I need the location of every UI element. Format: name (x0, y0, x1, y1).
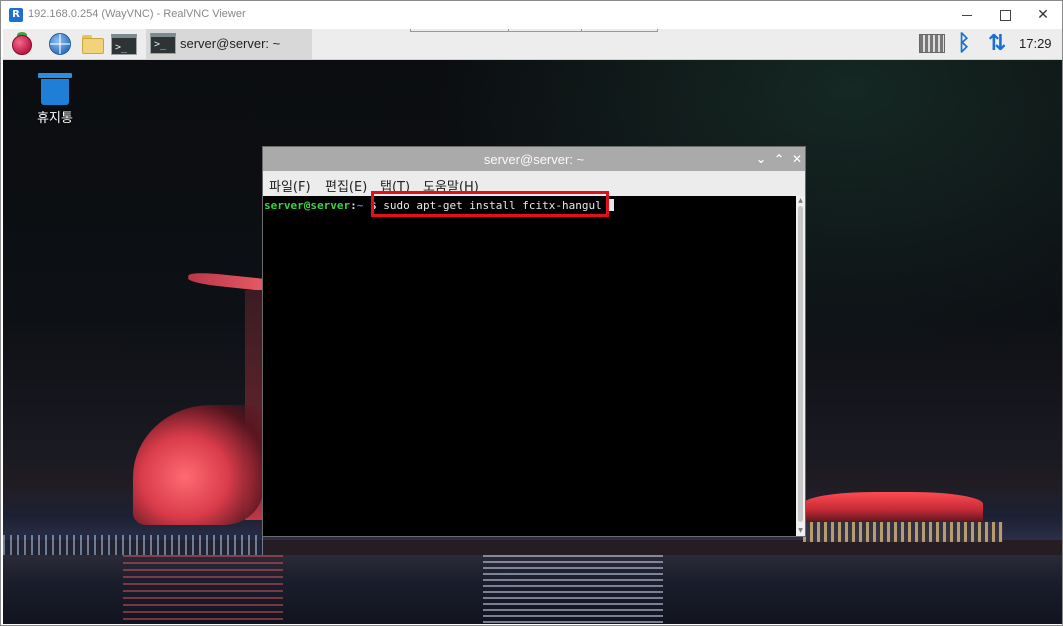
terminal-icon: >_ (150, 33, 176, 54)
file-manager-launcher[interactable] (80, 32, 106, 56)
chevron-down-icon: ⌄ (755, 152, 767, 166)
command-highlight-box (371, 191, 609, 217)
globe-icon (49, 33, 71, 55)
taskbar-terminal-label: server@server: ~ (180, 36, 281, 51)
realvnc-app-icon: R (9, 8, 23, 22)
desktop-trash[interactable]: 휴지통 (25, 69, 85, 129)
network-icon[interactable]: ⇅ (985, 31, 1009, 57)
scroll-up-icon[interactable]: ▲ (796, 197, 805, 205)
remote-desktop[interactable]: >_ >_ server@server: ~ ᛒ ⇅ 17:29 휴지통 ser… (3, 29, 1062, 624)
terminal-titlebar[interactable]: server@server: ~ ⌄ ⌃ ✕ (263, 147, 805, 171)
menu-file[interactable]: 파일(F) (269, 176, 311, 195)
wallpaper-museum (133, 405, 263, 525)
close-button[interactable]: ✕ (1023, 1, 1063, 29)
terminal-close-button[interactable]: ✕ (789, 150, 805, 168)
folder-icon (82, 38, 104, 54)
clock[interactable]: 17:29 (1019, 36, 1052, 51)
trash-icon (38, 73, 72, 105)
chevron-up-icon: ⌃ (773, 152, 785, 166)
web-browser-launcher[interactable] (47, 32, 73, 56)
scrollbar-thumb[interactable] (798, 206, 803, 522)
terminal-scrollbar[interactable]: ▲ ▼ (796, 196, 805, 536)
panel-divider (410, 29, 658, 32)
terminal-launcher[interactable]: >_ (110, 32, 137, 56)
menu-edit[interactable]: 편집(E) (325, 176, 367, 195)
prompt-separator: : (350, 199, 357, 212)
wallpaper-stadium (803, 492, 983, 522)
bluetooth-icon[interactable]: ᛒ (955, 31, 973, 57)
taskbar-terminal-button[interactable]: >_ server@server: ~ (146, 29, 312, 59)
terminal-output[interactable]: server@server:~ $ sudo apt-get install f… (263, 196, 796, 536)
minimize-icon (962, 14, 972, 16)
trash-lid (38, 73, 72, 78)
raspberry-menu-button[interactable] (9, 32, 35, 56)
top-panel: >_ >_ server@server: ~ ᛒ ⇅ 17:29 (3, 29, 1062, 60)
keyboard-icon[interactable] (919, 34, 945, 53)
close-icon: ✕ (791, 152, 803, 166)
wallpaper-tower-deck (187, 270, 267, 292)
trash-body (41, 79, 69, 105)
vnc-viewer-window: R 192.168.0.254 (WayVNC) - RealVNC Viewe… (0, 0, 1063, 626)
window-title: 192.168.0.254 (WayVNC) - RealVNC Viewer (28, 8, 246, 20)
terminal-minimize-button[interactable]: ⌄ (753, 150, 769, 168)
terminal-title: server@server: ~ (483, 152, 585, 167)
terminal-maximize-button[interactable]: ⌃ (771, 150, 787, 168)
maximize-button[interactable] (985, 1, 1025, 29)
vnc-titlebar[interactable]: R 192.168.0.254 (WayVNC) - RealVNC Viewe… (1, 1, 1062, 29)
trash-label: 휴지통 (37, 111, 73, 126)
prompt-user: server@server (264, 199, 351, 212)
minimize-button[interactable] (947, 1, 987, 29)
wallpaper-water (3, 555, 1062, 624)
terminal-icon: >_ (111, 34, 137, 55)
raspberry-icon (12, 35, 32, 55)
scroll-down-icon[interactable]: ▼ (796, 527, 805, 535)
maximize-icon (999, 9, 1011, 21)
wallpaper-lights-right (803, 522, 1003, 542)
close-icon: ✕ (1037, 7, 1049, 23)
